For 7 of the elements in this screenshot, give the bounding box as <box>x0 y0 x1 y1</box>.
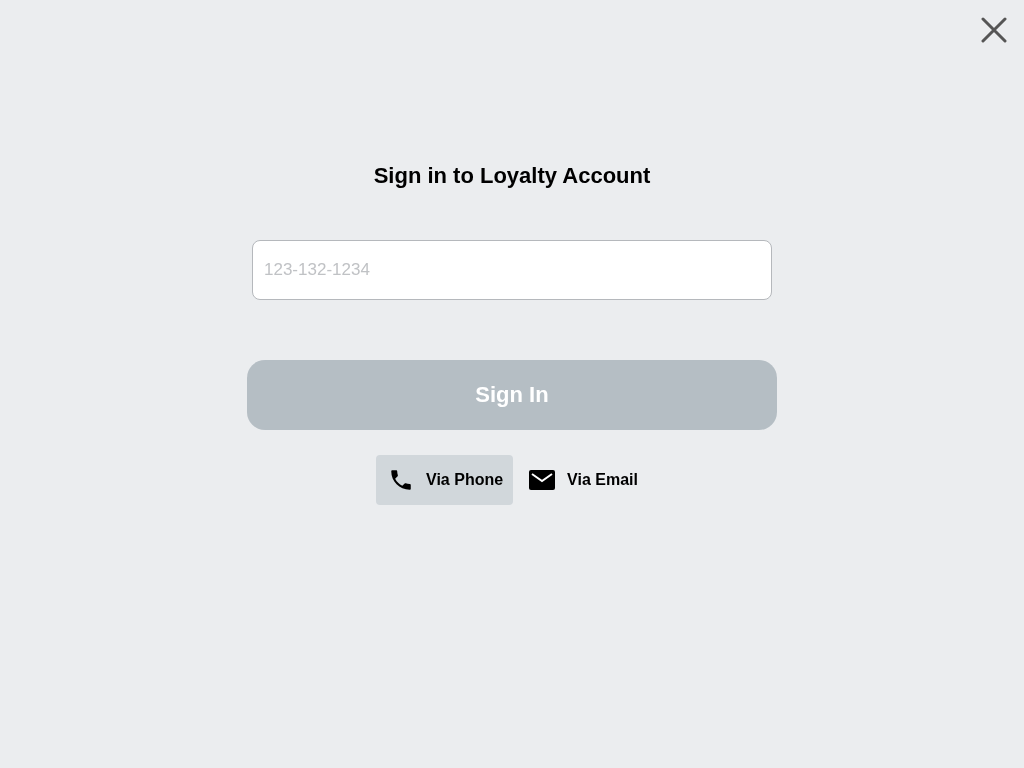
close-icon <box>981 17 1007 43</box>
dialog-title: Sign in to Loyalty Account <box>373 162 651 190</box>
phone-field[interactable]: 123-132-1234 <box>252 240 772 300</box>
method-tab[interactable]: Via Phone <box>376 455 514 505</box>
envelope-icon <box>529 470 556 490</box>
method-tab[interactable]: Via Email <box>517 455 648 505</box>
close-button[interactable] <box>980 16 1008 44</box>
